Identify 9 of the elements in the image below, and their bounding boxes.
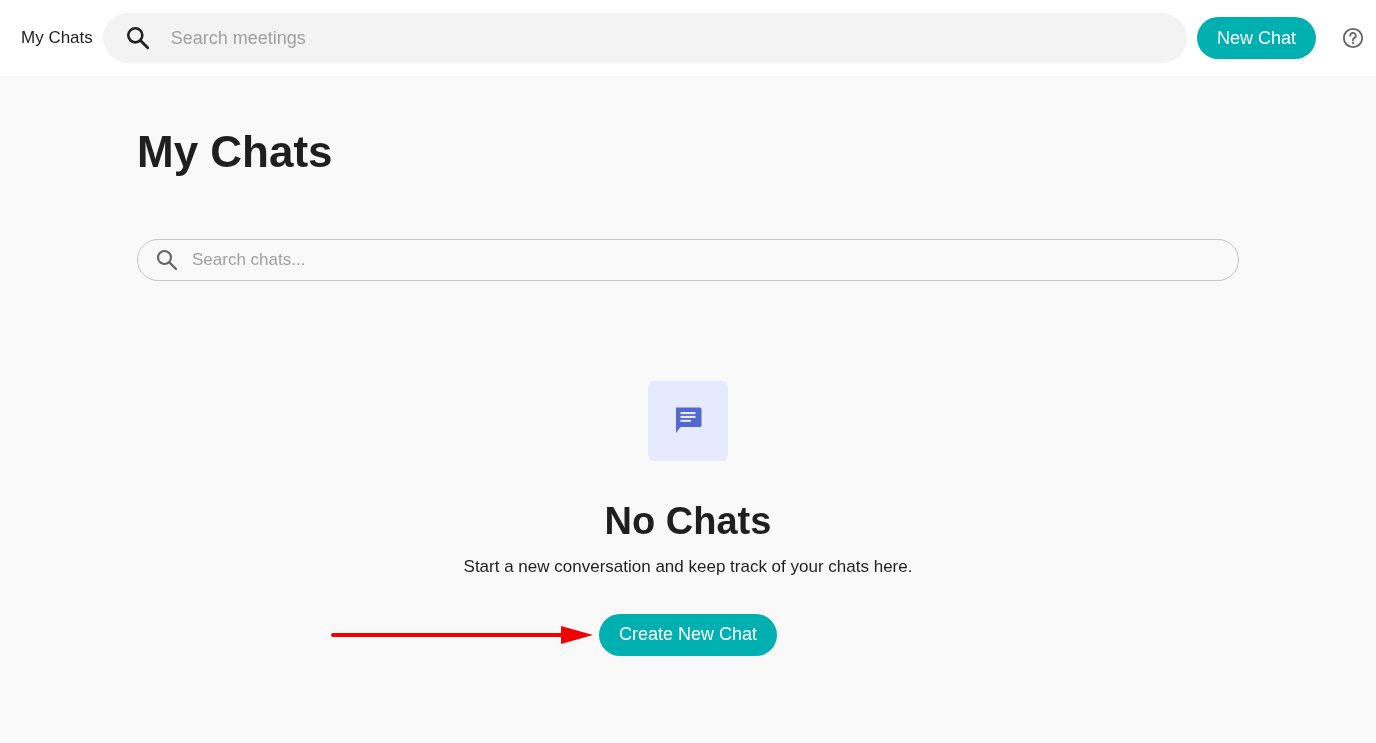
app-title: My Chats [21,27,93,50]
page-title: My Chats [137,126,334,178]
chat-search-field[interactable]: Search chats... [137,238,1239,281]
empty-message: Start a new conversation and keep track of your chats here. [463,556,913,579]
help-icon[interactable] [1342,27,1364,49]
create-chat-button[interactable]: Create New Chat [598,613,778,656]
empty-title: No Chats [604,498,772,544]
search-field[interactable]: Search meetings [102,13,1187,63]
new-chat-button[interactable]: New Chat [1196,17,1316,59]
